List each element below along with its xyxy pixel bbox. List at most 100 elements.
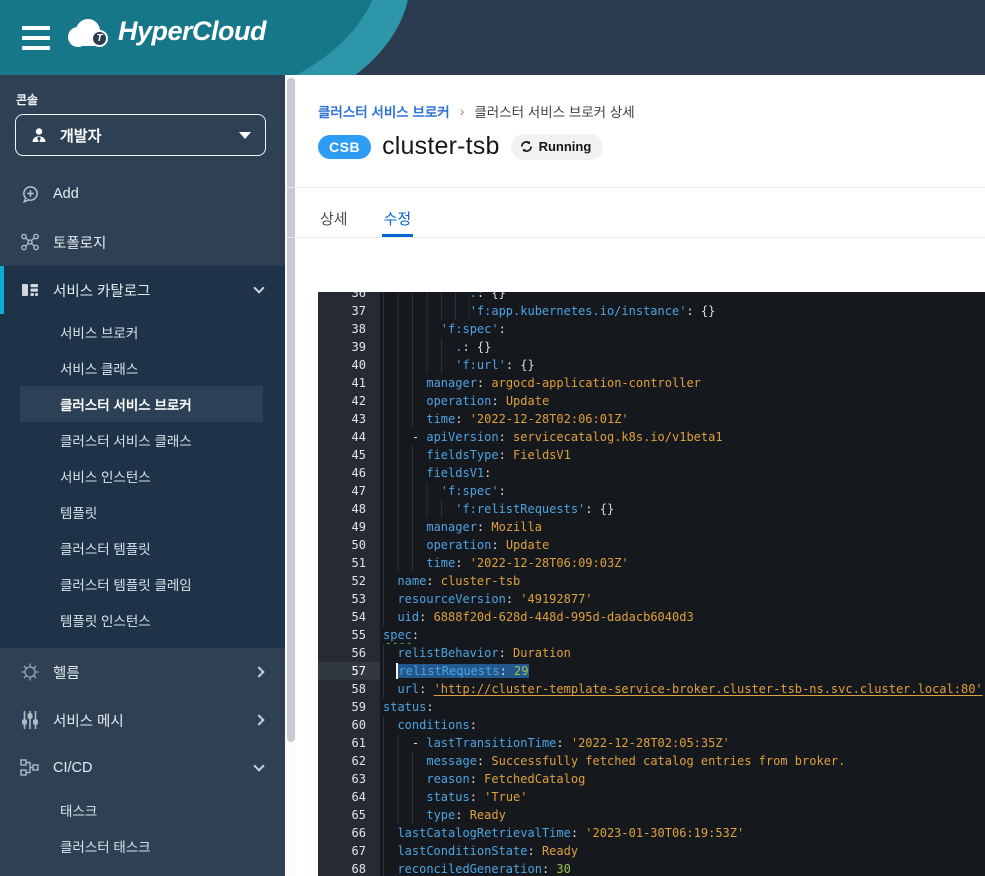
sidebar-subitem-클러스터-템플릿[interactable]: 클러스터 템플릿 [20, 530, 263, 566]
line-number: 64 [318, 788, 380, 806]
breadcrumb-link[interactable]: 클러스터 서비스 브로커 [318, 101, 450, 121]
menu-toggle-icon[interactable] [22, 26, 50, 50]
page-title: cluster-tsb [382, 132, 500, 161]
indent-guides [383, 536, 426, 554]
line-number: 46 [318, 464, 380, 482]
editor-line-61[interactable]: 61- lastTransitionTime: '2022-12-28T02:0… [318, 734, 985, 752]
sidebar-subitem-클러스터-템플릿-클레임[interactable]: 클러스터 템플릿 클레임 [20, 566, 263, 602]
indent-guides [383, 662, 397, 680]
indent-guides [383, 482, 441, 500]
editor-line-60[interactable]: 60conditions: [318, 716, 985, 734]
editor-line-43[interactable]: 43time: '2022-12-28T02:06:01Z' [318, 410, 985, 428]
indent-guides [383, 842, 397, 860]
tab-수정[interactable]: 수정 [382, 199, 414, 237]
editor-line-38[interactable]: 38'f:spec': [318, 320, 985, 338]
sidebar-subitem-태스크[interactable]: 태스크 [20, 792, 263, 828]
sidebar-subitem-클러스터-서비스-클래스[interactable]: 클러스터 서비스 클래스 [20, 422, 263, 458]
sidebar-item-토폴로지[interactable]: 토폴로지 [0, 218, 285, 266]
sidebar-subitem-label: 템플릿 [60, 502, 97, 522]
cicd-icon [20, 758, 40, 778]
content-scrollbar-thumb[interactable] [287, 78, 295, 742]
editor-line-68[interactable]: 68reconciledGeneration: 30 [318, 860, 985, 876]
line-number: 44 [318, 428, 380, 446]
sidebar-subitem-서비스-브로커[interactable]: 서비스 브로커 [20, 314, 263, 350]
chevron-right-icon [253, 666, 264, 677]
sidebar-subitem-label: 서비스 클래스 [60, 358, 138, 378]
editor-line-67[interactable]: 67lastConditionState: Ready [318, 842, 985, 860]
line-number: 65 [318, 806, 380, 824]
editor-line-39[interactable]: 39.: {} [318, 338, 985, 356]
editor-line-47[interactable]: 47'f:spec': [318, 482, 985, 500]
nav-section-0: Add [0, 170, 285, 218]
sidebar-item-서비스-메시[interactable]: 서비스 메시 [0, 696, 285, 744]
developer-icon [30, 126, 48, 144]
editor-line-40[interactable]: 40'f:url': {} [318, 356, 985, 374]
logo-letter: T [91, 30, 108, 47]
editor-line-55[interactable]: 55spec: [318, 626, 985, 644]
indent-guides [383, 770, 426, 788]
breadcrumb-current: 클러스터 서비스 브로커 상세 [474, 101, 634, 121]
editor-line-54[interactable]: 54uid: 6888f20d-628d-448d-995d-dadacb604… [318, 608, 985, 626]
indent-guides [383, 446, 426, 464]
editor-line-44[interactable]: 44- apiVersion: servicecatalog.k8s.io/v1… [318, 428, 985, 446]
editor-line-59[interactable]: 59status: [318, 698, 985, 716]
line-number: 43 [318, 410, 380, 428]
editor-line-51[interactable]: 51time: '2022-12-28T06:09:03Z' [318, 554, 985, 572]
editor-line-64[interactable]: 64status: 'True' [318, 788, 985, 806]
sidebar-subitem-서비스-인스턴스[interactable]: 서비스 인스턴스 [20, 458, 263, 494]
sidebar-subitem-label: 서비스 브로커 [60, 322, 138, 342]
editor-line-66[interactable]: 66lastCatalogRetrievalTime: '2023-01-30T… [318, 824, 985, 842]
editor-line-36[interactable]: 36.: {} [318, 292, 985, 302]
brand-name: HyperCloud [118, 16, 266, 47]
editor-line-62[interactable]: 62message: Successfully fetched catalog … [318, 752, 985, 770]
indent-guides [383, 824, 397, 842]
brand-logo[interactable]: T HyperCloud [66, 16, 266, 47]
editor-line-45[interactable]: 45fieldsType: FieldsV1 [318, 446, 985, 464]
indent-guides [383, 500, 455, 518]
line-code: .: {} [380, 292, 985, 302]
perspective-dropdown[interactable]: 개발자 [15, 114, 266, 156]
sidebar-subitem-클러스터-태스크[interactable]: 클러스터 태스크 [20, 828, 263, 864]
editor-line-56[interactable]: 56relistBehavior: Duration [318, 644, 985, 662]
sidebar-item-ci-cd[interactable]: CI/CD [0, 744, 285, 792]
line-number: 49 [318, 518, 380, 536]
line-number: 68 [318, 860, 380, 876]
sidebar-item-서비스-카탈로그[interactable]: 서비스 카탈로그 [0, 266, 285, 314]
sidebar-item-add[interactable]: Add [0, 170, 285, 218]
line-code: manager: Mozilla [380, 518, 985, 536]
sidebar-item-헬름[interactable]: 헬름 [0, 648, 285, 696]
editor-line-37[interactable]: 37'f:app.kubernetes.io/instance': {} [318, 302, 985, 320]
editor-line-46[interactable]: 46fieldsV1: [318, 464, 985, 482]
content-scrollbar-track[interactable] [285, 75, 296, 876]
editor-line-63[interactable]: 63reason: FetchedCatalog [318, 770, 985, 788]
yaml-editor[interactable]: 36.: {}37'f:app.kubernetes.io/instance':… [318, 292, 985, 876]
sidebar-subitem-서비스-클래스[interactable]: 서비스 클래스 [20, 350, 263, 386]
line-code: lastConditionState: Ready [380, 842, 985, 860]
line-number: 48 [318, 500, 380, 518]
editor-line-53[interactable]: 53resourceVersion: '49192877' [318, 590, 985, 608]
line-code: relistRequests: 29 [380, 662, 985, 680]
breadcrumb: 클러스터 서비스 브로커 › 클러스터 서비스 브로커 상세 [318, 101, 635, 121]
editor-line-57[interactable]: 57relistRequests: 29 [318, 662, 985, 680]
editor-line-52[interactable]: 52name: cluster-tsb [318, 572, 985, 590]
editor-line-49[interactable]: 49manager: Mozilla [318, 518, 985, 536]
line-code: time: '2022-12-28T02:06:01Z' [380, 410, 985, 428]
editor-line-50[interactable]: 50operation: Update [318, 536, 985, 554]
app-header: T HyperCloud [0, 0, 985, 75]
sidebar-item-label: 서비스 메시 [53, 710, 255, 731]
line-code: 'f:relistRequests': {} [380, 500, 985, 518]
sidebar-subitem-클러스터-서비스-브로커[interactable]: 클러스터 서비스 브로커 [20, 386, 263, 422]
sidebar-subitem-태스크-런[interactable]: 태스크 런 [20, 864, 263, 876]
editor-line-41[interactable]: 41manager: argocd-application-controller [318, 374, 985, 392]
sidebar-subitem-템플릿-인스턴스[interactable]: 템플릿 인스턴스 [20, 602, 263, 638]
tab-상세[interactable]: 상세 [318, 199, 350, 237]
sidebar-subitem-템플릿[interactable]: 템플릿 [20, 494, 263, 530]
catalog-icon [20, 280, 40, 300]
indent-guides [383, 410, 426, 428]
line-code: reconciledGeneration: 30 [380, 860, 985, 876]
line-number: 62 [318, 752, 380, 770]
editor-line-42[interactable]: 42operation: Update [318, 392, 985, 410]
editor-line-65[interactable]: 65type: Ready [318, 806, 985, 824]
editor-line-48[interactable]: 48'f:relistRequests': {} [318, 500, 985, 518]
editor-line-58[interactable]: 58url: 'http://cluster-template-service-… [318, 680, 985, 698]
